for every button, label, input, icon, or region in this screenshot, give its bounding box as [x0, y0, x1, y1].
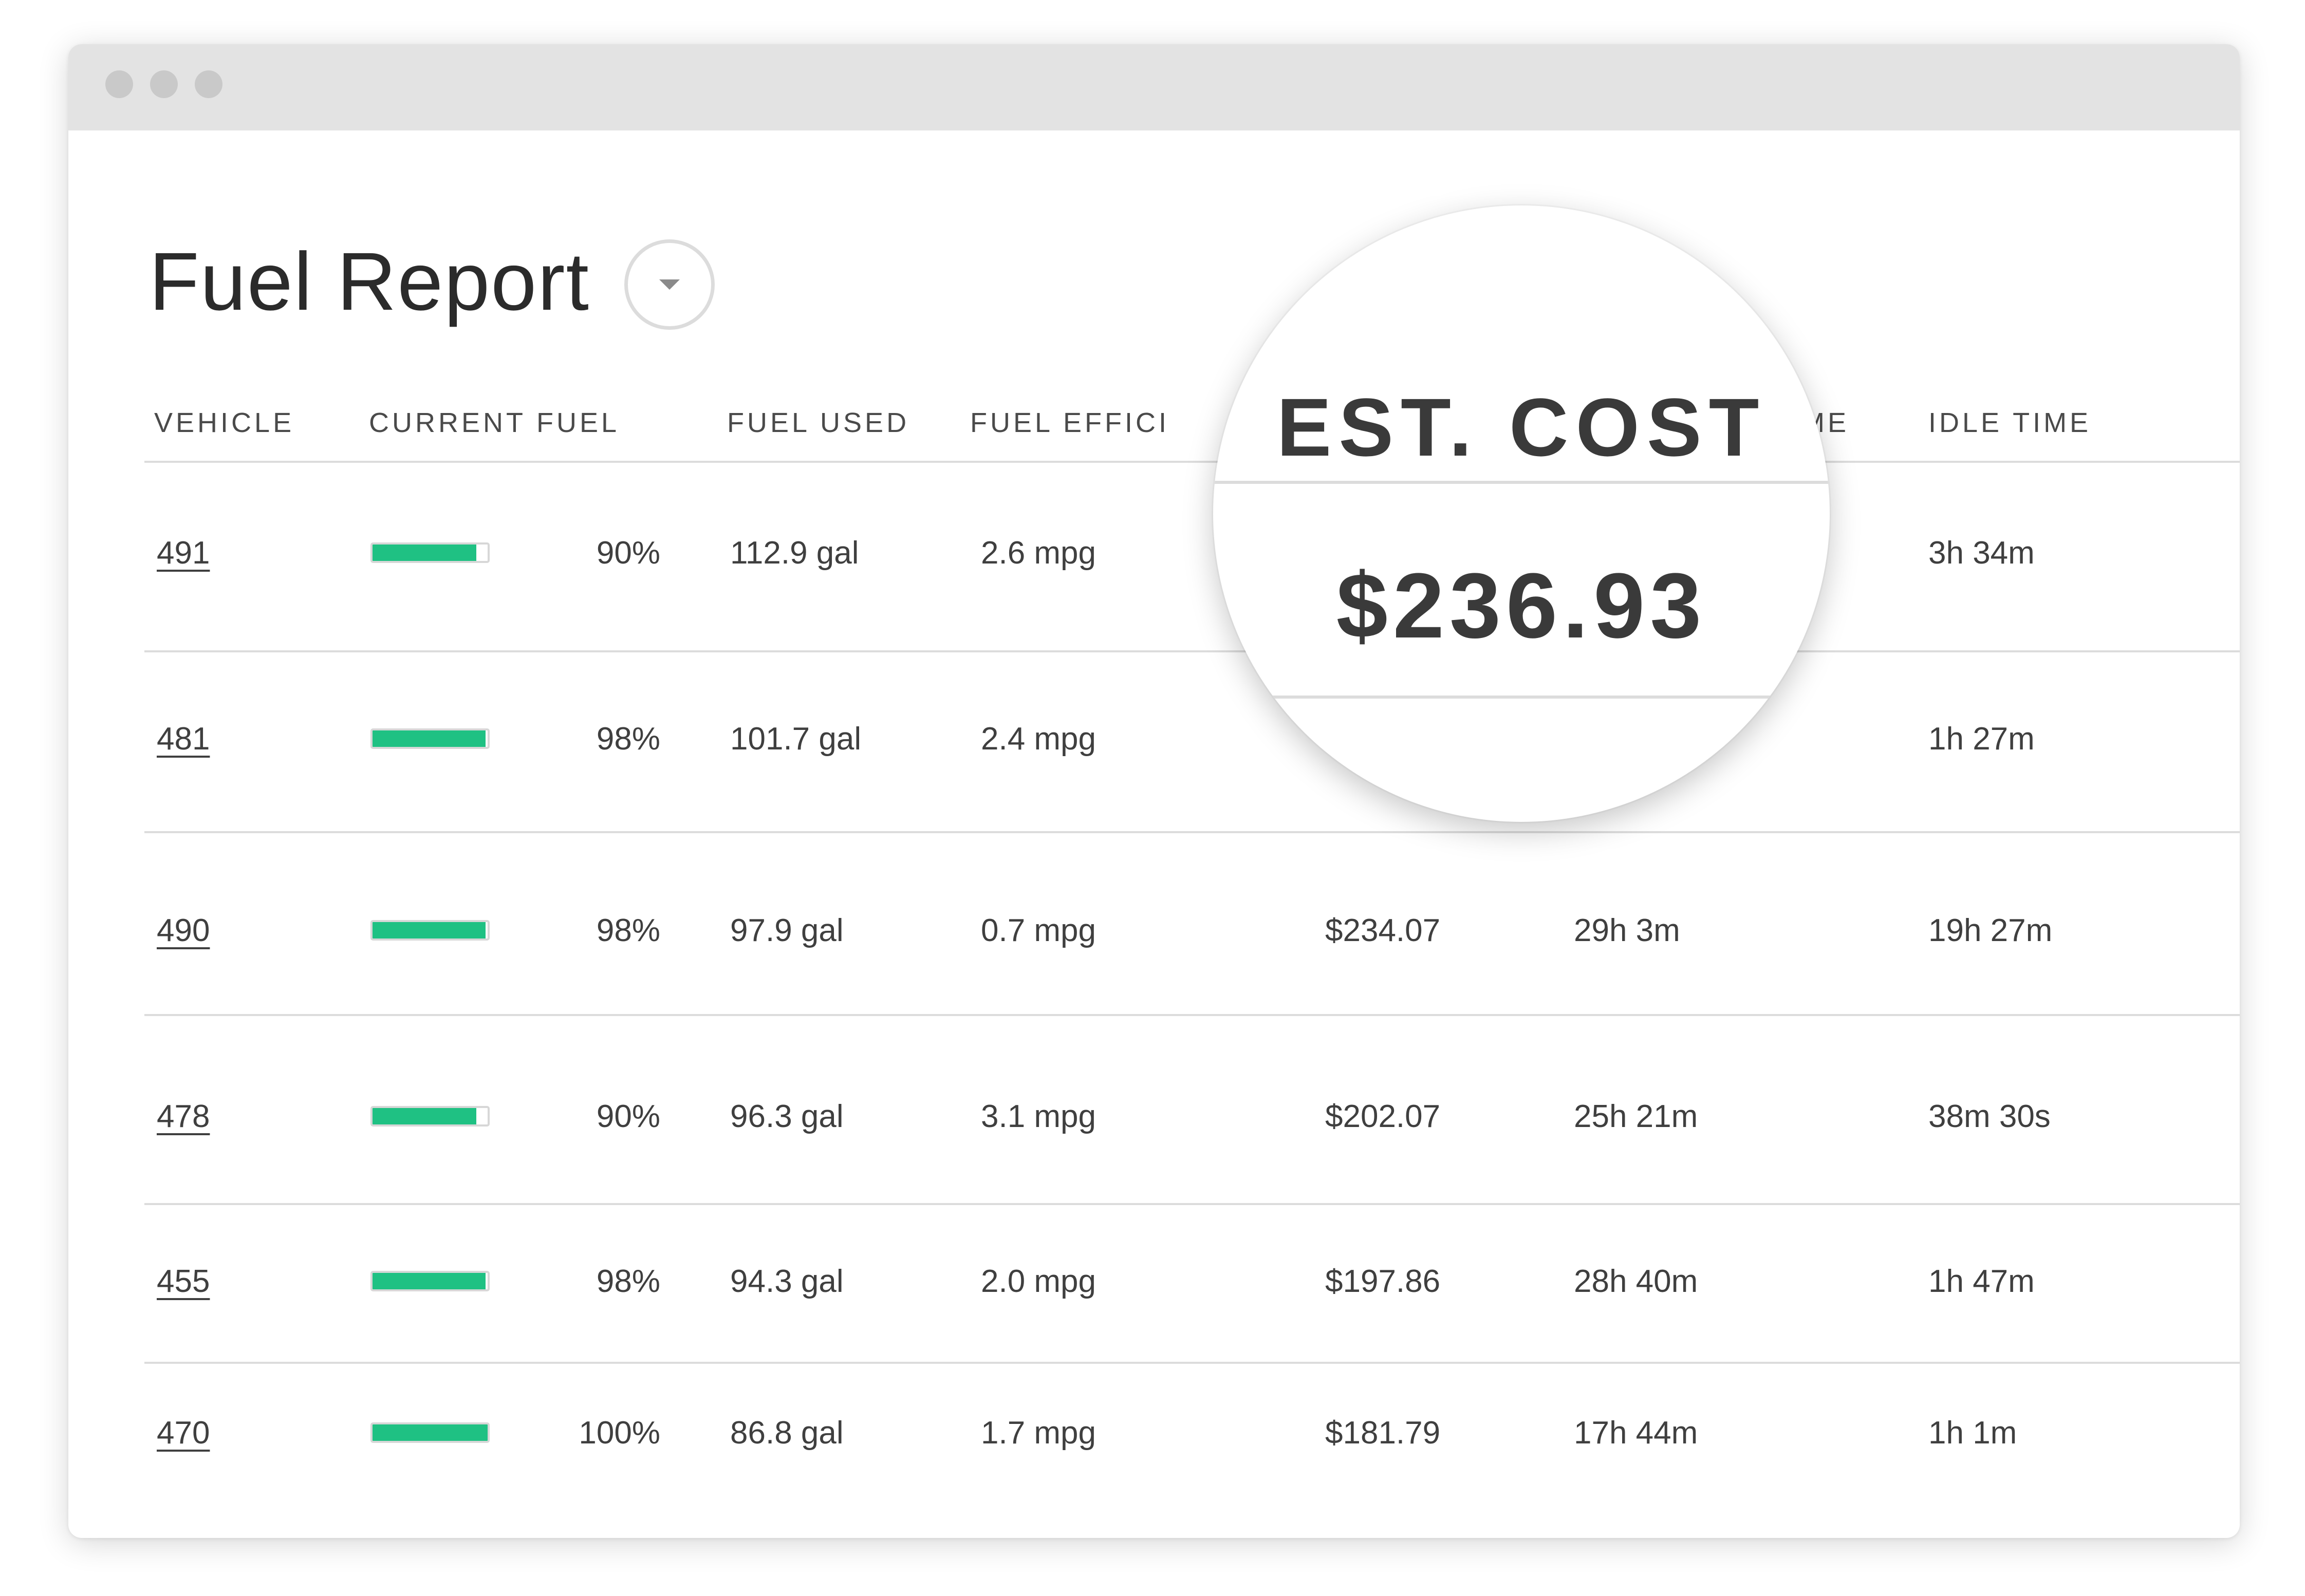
fuel-used-value: 101.7 gal — [730, 721, 862, 757]
est-cost-value: $181.79 — [1325, 1415, 1441, 1451]
fuel-level-bar — [370, 1106, 490, 1126]
est-cost-magnifier: EST. COST $236.93 — [1213, 205, 1830, 822]
row-divider — [144, 650, 2240, 652]
magnifier-cost-value: $236.93 — [1336, 554, 1707, 658]
fuel-percent: 90% — [596, 1099, 660, 1134]
magnifier-column-header: EST. COST — [1276, 381, 1767, 473]
fuel-level-fill — [373, 1108, 476, 1124]
window-maximize-button[interactable] — [195, 70, 222, 98]
idle-time-value: 1h 27m — [1928, 721, 2035, 757]
drive-time-value: 17h 44m — [1574, 1415, 1698, 1451]
idle-time-value: 19h 27m — [1928, 913, 2053, 948]
report-dropdown-button[interactable] — [624, 239, 715, 330]
est-cost-value: $202.07 — [1325, 1099, 1441, 1134]
fuel-level-fill — [373, 544, 476, 561]
vehicle-id[interactable]: 481 — [157, 721, 210, 757]
fuel-level-bar — [370, 1271, 490, 1291]
vehicle-link[interactable]: 478 — [157, 1101, 210, 1133]
fuel-used-value: 97.9 gal — [730, 913, 844, 948]
fuel-used-value: 94.3 gal — [730, 1264, 844, 1299]
window-titlebar — [68, 44, 2240, 130]
idle-time-value: 38m 30s — [1928, 1099, 2051, 1134]
fuel-percent: 98% — [596, 1264, 660, 1299]
fuel-level-bar — [370, 1422, 490, 1443]
fuel-used-value: 112.9 gal — [730, 535, 859, 571]
vehicle-id[interactable]: 455 — [157, 1264, 210, 1299]
fuel-used-value: 96.3 gal — [730, 1099, 844, 1134]
fuel-level-bar — [370, 920, 490, 941]
window-minimize-button[interactable] — [150, 70, 178, 98]
vehicle-id[interactable]: 491 — [157, 535, 210, 571]
idle-time-value: 1h 47m — [1928, 1264, 2035, 1299]
row-divider — [144, 1014, 2240, 1016]
idle-time-value: 1h 1m — [1928, 1415, 2017, 1451]
vehicle-link[interactable]: 470 — [157, 1417, 210, 1449]
fuel-level-fill — [373, 1273, 486, 1289]
vehicle-id[interactable]: 478 — [157, 1099, 210, 1134]
fuel-efficiency-value: 1.7 mpg — [981, 1415, 1096, 1451]
chevron-down-icon — [659, 279, 680, 290]
column-header-current-fuel[interactable]: CURRENT FUEL — [369, 409, 620, 437]
fuel-efficiency-value: 2.0 mpg — [981, 1264, 1096, 1299]
column-header-vehicle[interactable]: VEHICLE — [154, 409, 294, 437]
drive-time-value: 28h 40m — [1574, 1264, 1698, 1299]
row-divider — [144, 1362, 2240, 1364]
vehicle-link[interactable]: 491 — [157, 537, 210, 569]
vehicle-link[interactable]: 481 — [157, 723, 210, 755]
fuel-percent: 98% — [596, 721, 660, 757]
row-divider — [144, 1203, 2240, 1205]
drive-time-value: 29h 3m — [1574, 913, 1680, 948]
vehicle-id[interactable]: 490 — [157, 913, 210, 948]
fuel-efficiency-value: 3.1 mpg — [981, 1099, 1096, 1134]
fuel-level-bar — [370, 542, 490, 563]
fuel-efficiency-value: 2.4 mpg — [981, 721, 1096, 757]
header-divider — [144, 461, 2240, 463]
column-header-fuel-efficiency[interactable]: FUEL EFFICI — [970, 409, 1169, 437]
fuel-efficiency-value: 0.7 mpg — [981, 913, 1096, 948]
drive-time-value: 25h 21m — [1574, 1099, 1698, 1134]
window-close-button[interactable] — [105, 70, 133, 98]
fuel-efficiency-value: 2.6 mpg — [981, 535, 1096, 571]
fuel-level-bar — [370, 728, 490, 749]
row-divider — [144, 831, 2240, 833]
vehicle-link[interactable]: 490 — [157, 915, 210, 947]
app-window: Fuel Report VEHICLE CURRENT FUEL FUEL US… — [68, 44, 2240, 1538]
idle-time-value: 3h 34m — [1928, 535, 2035, 571]
fuel-level-fill — [373, 730, 486, 747]
magnifier-header-divider — [1213, 481, 1830, 484]
column-header-idle-time[interactable]: IDLE TIME — [1928, 409, 2091, 437]
fuel-used-value: 86.8 gal — [730, 1415, 844, 1451]
column-header-fuel-used[interactable]: FUEL USED — [727, 409, 909, 437]
page-title: Fuel Report — [149, 235, 590, 327]
vehicle-id[interactable]: 470 — [157, 1415, 210, 1451]
vehicle-link[interactable]: 455 — [157, 1266, 210, 1298]
fuel-level-fill — [373, 922, 486, 938]
magnifier-row-divider — [1213, 696, 1830, 699]
est-cost-value: $234.07 — [1325, 913, 1441, 948]
fuel-percent: 100% — [579, 1415, 660, 1451]
fuel-level-fill — [373, 1424, 488, 1441]
fuel-percent: 90% — [596, 535, 660, 571]
fuel-percent: 98% — [596, 913, 660, 948]
est-cost-value: $197.86 — [1325, 1264, 1441, 1299]
